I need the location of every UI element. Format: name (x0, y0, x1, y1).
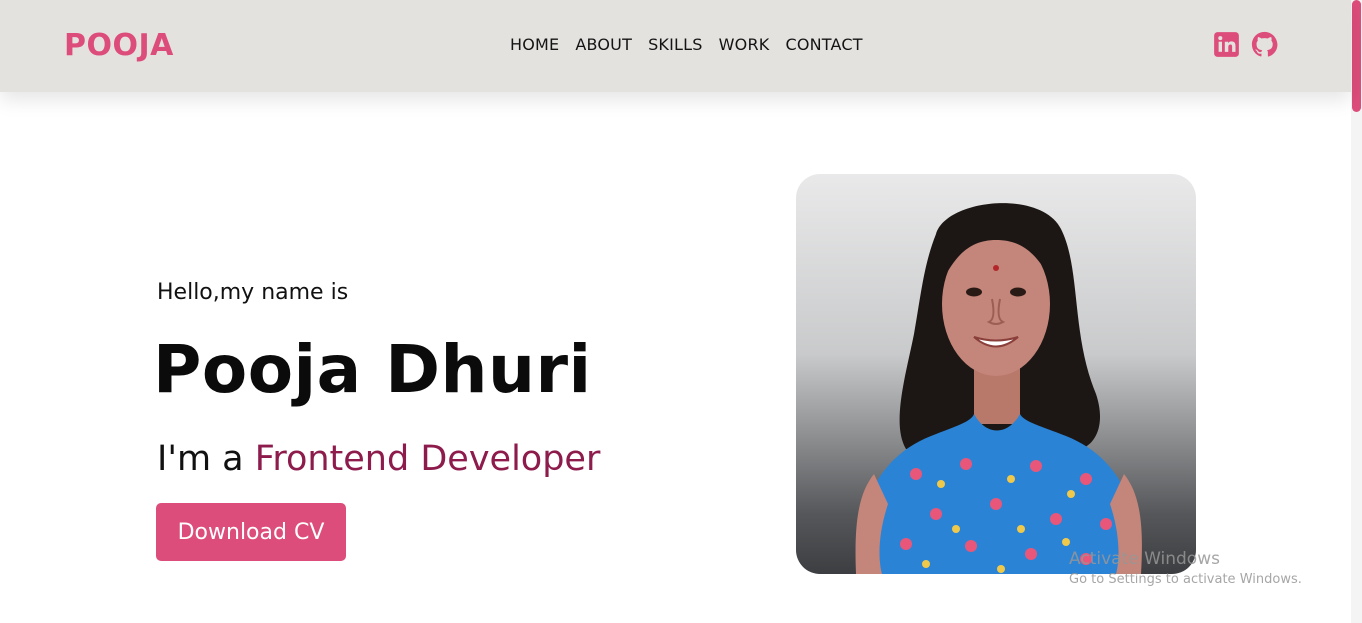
nav-about[interactable]: ABOUT (575, 34, 632, 56)
nav-skills[interactable]: SKILLS (648, 34, 703, 56)
activate-windows-watermark: Activate Windows Go to Settings to activ… (1069, 547, 1302, 589)
profile-photo (796, 174, 1196, 574)
portrait-photo (855, 203, 1142, 574)
nav-home[interactable]: HOME (510, 34, 559, 56)
scrollbar-thumb[interactable] (1352, 0, 1361, 112)
nav-work[interactable]: WORK (719, 34, 770, 56)
linkedin-icon[interactable] (1213, 31, 1240, 58)
role-highlight: Frontend Developer (254, 439, 601, 479)
nav-contact[interactable]: CONTACT (785, 34, 862, 56)
download-cv-button[interactable]: Download CV (156, 503, 346, 561)
nav-links: HOME ABOUT SKILLS WORK CONTACT (510, 34, 863, 56)
github-icon[interactable] (1251, 31, 1278, 58)
page-scrollbar[interactable] (1351, 0, 1362, 623)
navbar: POOJA HOME ABOUT SKILLS WORK CONTACT (0, 0, 1351, 92)
watermark-subtitle: Go to Settings to activate Windows. (1069, 572, 1302, 587)
role-prefix: I'm a (157, 439, 255, 479)
watermark-title: Activate Windows (1069, 549, 1220, 569)
hero-name: Pooja Dhuri (153, 331, 592, 408)
hero-role: I'm a Frontend Developer (157, 436, 600, 482)
social-links (1213, 31, 1278, 58)
brand-logo[interactable]: POOJA (64, 26, 174, 66)
hero-greeting: Hello,my name is (157, 280, 349, 305)
